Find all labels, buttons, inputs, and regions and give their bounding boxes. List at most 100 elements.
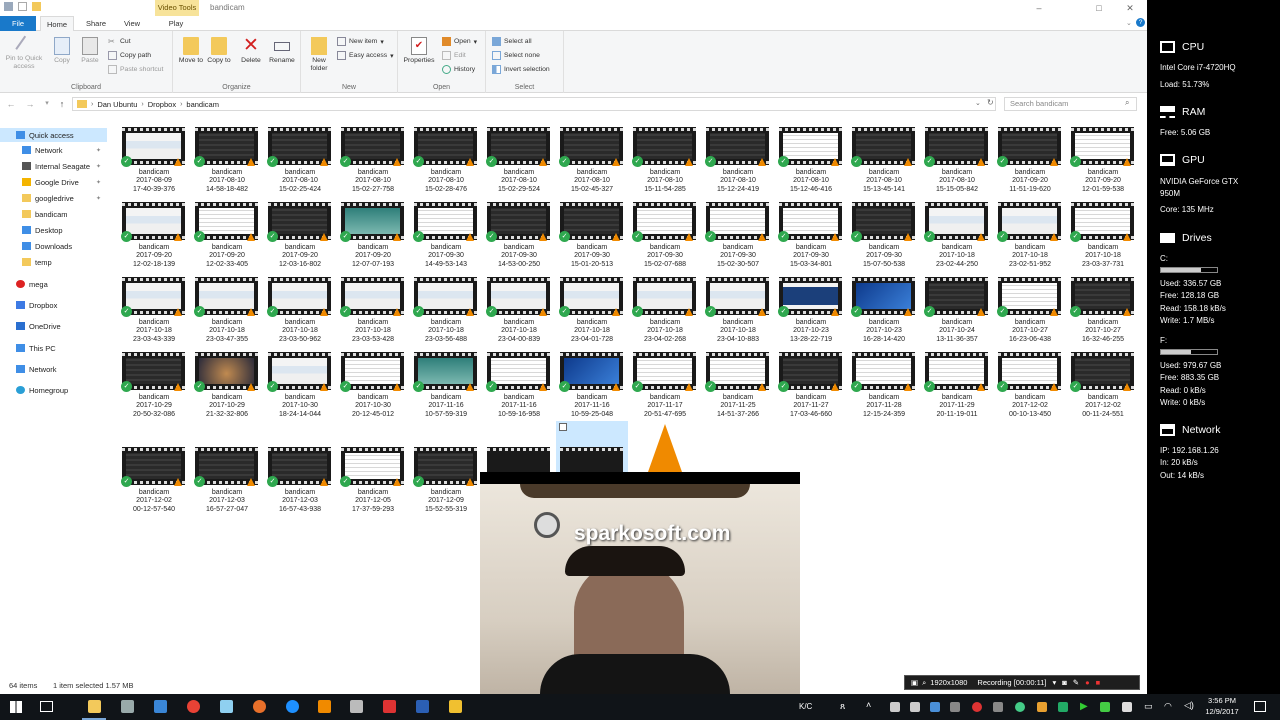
people-icon[interactable]: ጸ — [840, 701, 845, 712]
tab-file[interactable]: File — [0, 16, 36, 31]
file-item[interactable]: ✓ bandicam 2017-09-20 12-01-59-538 — [1067, 119, 1139, 194]
file-item[interactable]: ✓ bandicam 2017-10-18 23-04-10-883 — [702, 269, 774, 344]
tab-share[interactable]: Share — [82, 16, 110, 31]
select-all-button[interactable]: Select all — [492, 37, 532, 46]
sidebar-item-google-drive[interactable]: Google Drive ✦ — [0, 175, 107, 189]
new-item-button[interactable]: New item ▾ — [337, 37, 384, 46]
file-item[interactable]: ✓ bandicam 2017-08-10 15-12-46-416 — [775, 119, 847, 194]
file-item[interactable]: ✓ bandicam 2017-08-10 15-13-45-141 — [848, 119, 920, 194]
sidebar-item-mega[interactable]: mega — [0, 277, 107, 291]
tray-icon[interactable] — [910, 702, 920, 712]
sidebar-item-temp[interactable]: temp — [0, 255, 107, 269]
file-item[interactable]: ✓ bandicam 2017-09-30 15-02-30-507 — [702, 194, 774, 269]
paste-shortcut-button[interactable]: Paste shortcut — [108, 65, 163, 74]
file-item[interactable]: ✓ bandicam 2017-09-30 15-02-07-688 — [629, 194, 701, 269]
tray-icon[interactable] — [972, 702, 982, 712]
sidebar-item-internal-seagate[interactable]: Internal Seagate ✦ — [0, 159, 107, 173]
file-item[interactable]: ✓ bandicam 2017-08-10 15-02-45-327 — [556, 119, 628, 194]
file-item[interactable]: ✓ bandicam 2017-11-17 20-51-47-695 — [629, 344, 701, 419]
file-item[interactable]: ✓ bandicam 2017-12-02 00-12-57-540 — [118, 439, 190, 514]
ribbon-collapse-icon[interactable]: ⌄ — [1126, 19, 1132, 27]
device-manager-icon[interactable] — [121, 700, 134, 713]
file-item[interactable]: ✓ bandicam 2017-08-10 15-11-54-285 — [629, 119, 701, 194]
file-item[interactable]: ✓ bandicam 2017-10-18 23-03-37-731 — [1067, 194, 1139, 269]
edit-button[interactable]: Edit — [442, 51, 466, 60]
file-item[interactable]: ✓ bandicam 2017-09-20 12-02-33-405 — [191, 194, 263, 269]
clock[interactable]: 3:56 PM 12/9/2017 — [1197, 696, 1247, 717]
file-item[interactable]: ✓ bandicam 2017-08-10 15-02-27-758 — [337, 119, 409, 194]
file-explorer-taskbar-icon[interactable] — [88, 700, 101, 713]
back-arrow-icon[interactable]: ← — [6, 98, 16, 110]
file-item[interactable]: ✓ bandicam 2017-11-16 10-59-25-048 — [556, 344, 628, 419]
check-quick-icon[interactable] — [18, 2, 27, 11]
search-input[interactable]: Search bandicam — [1004, 97, 1137, 111]
file-item[interactable]: ✓ bandicam 2017-10-18 23-03-56-488 — [410, 269, 482, 344]
file-item[interactable]: ✓ bandicam 2017-10-18 23-04-00-839 — [483, 269, 555, 344]
file-item[interactable]: ✓ bandicam 2017-12-05 17-37-59-293 — [337, 439, 409, 514]
file-item[interactable]: ✓ bandicam 2017-10-18 23-02-44-250 — [921, 194, 993, 269]
task-view-icon[interactable] — [40, 701, 53, 712]
file-item[interactable]: ✓ bandicam 2017-12-02 00-10-13-450 — [994, 344, 1066, 419]
sidebar-item-desktop[interactable]: Desktop — [0, 223, 107, 237]
dropdown-icon[interactable]: ▾ — [1053, 678, 1057, 687]
file-item[interactable]: ✓ bandicam 2017-08-10 15-12-24-419 — [702, 119, 774, 194]
file-item[interactable]: ✓ bandicam 2017-10-27 16-23-06-438 — [994, 269, 1066, 344]
sidebar-item-network[interactable]: Network — [0, 362, 107, 376]
close-button[interactable]: ✕ — [1115, 0, 1145, 16]
file-item[interactable]: ✓ bandicam 2017-09-20 12-02-18-139 — [118, 194, 190, 269]
file-item[interactable]: ✓ bandicam 2017-10-30 20-12-45-012 — [337, 344, 409, 419]
sidebar-item-network[interactable]: Network ✦ — [0, 143, 107, 157]
app-icon[interactable] — [220, 700, 233, 713]
file-item[interactable]: ✓ bandicam 2017-12-09 15-52-55-319 — [410, 439, 482, 514]
settings-icon[interactable] — [350, 700, 363, 713]
file-item[interactable]: ✓ bandicam 2017-09-30 15-07-50-538 — [848, 194, 920, 269]
file-item[interactable]: ✓ bandicam 2017-12-03 16-57-27-047 — [191, 439, 263, 514]
minimize-button[interactable]: – — [1024, 0, 1054, 16]
address-bar[interactable]: › Dan Ubuntu › Dropbox › bandicam — [72, 97, 996, 111]
up-arrow-icon[interactable]: ↑ — [57, 98, 67, 110]
file-item[interactable]: ✓ bandicam 2017-10-18 23-03-43-339 — [118, 269, 190, 344]
file-item[interactable]: ✓ bandicam 2017-12-02 00-11-24-551 — [1067, 344, 1139, 419]
sidebar-item-homegroup[interactable]: Homegroup — [0, 383, 107, 397]
properties-quick-icon[interactable] — [4, 2, 13, 11]
sidebar-item-dropbox[interactable]: Dropbox — [0, 298, 107, 312]
tab-play[interactable]: Play — [162, 16, 190, 31]
file-item[interactable]: ✓ bandicam 2017-09-30 14-53-00-250 — [483, 194, 555, 269]
file-item[interactable]: ✓ bandicam 2017-09-20 12-07-07-193 — [337, 194, 409, 269]
address-dropdown-icon[interactable]: ⌄ — [975, 99, 981, 107]
tray-icon[interactable] — [1122, 702, 1132, 712]
magnifier-icon[interactable]: ⌕ — [922, 678, 926, 688]
file-item[interactable]: ✓ bandicam 2017-09-20 11-51-19-620 — [994, 119, 1066, 194]
file-item[interactable]: ✓ bandicam 2017-08-09 17-40-39-376 — [118, 119, 190, 194]
forward-arrow-icon[interactable]: → — [25, 98, 35, 110]
history-button[interactable]: History — [442, 65, 475, 74]
cut-button[interactable]: ✂ Cut — [108, 37, 131, 46]
window-mode-icon[interactable]: ▣ — [911, 678, 918, 687]
maximize-button[interactable]: □ — [1084, 0, 1114, 16]
sidebar-item-googledrive[interactable]: googledrive ✦ — [0, 191, 107, 205]
show-hidden-icons-chevron-icon[interactable]: ˄ — [866, 700, 871, 710]
file-item[interactable]: ✓ bandicam 2017-10-23 16-28-14-420 — [848, 269, 920, 344]
tray-icon[interactable] — [993, 702, 1003, 712]
file-item[interactable]: ✓ bandicam 2017-08-10 15-15-05-842 — [921, 119, 993, 194]
bandicam-icon[interactable] — [383, 700, 396, 713]
delete-button[interactable]: ✕ Delete — [237, 36, 265, 65]
input-indicator[interactable]: K/C — [799, 702, 812, 711]
file-item[interactable]: ✓ bandicam 2017-10-18 23-04-02-268 — [629, 269, 701, 344]
file-item[interactable]: ✓ bandicam 2017-10-18 23-03-47-355 — [191, 269, 263, 344]
copy-path-button[interactable]: Copy path — [108, 51, 151, 60]
copy-button[interactable]: Copy — [50, 37, 74, 65]
new-folder-button[interactable]: New folder — [305, 37, 333, 72]
file-item[interactable]: ✓ bandicam 2017-10-23 13-28-22-719 — [775, 269, 847, 344]
help-icon[interactable]: ? — [1136, 18, 1145, 27]
record-icon[interactable]: ● — [1085, 678, 1090, 687]
sidebar-item-quick-access[interactable]: Quick access — [0, 128, 107, 142]
tray-icon[interactable] — [1037, 702, 1047, 712]
tray-icon[interactable] — [950, 702, 960, 712]
file-item[interactable]: ✓ bandicam 2017-11-16 10-57-59-319 — [410, 344, 482, 419]
file-item[interactable]: ✓ bandicam 2017-11-28 12-15-24-359 — [848, 344, 920, 419]
notifications-icon[interactable] — [1254, 701, 1266, 712]
recent-chevron-icon[interactable]: ▾ — [42, 98, 52, 110]
sidebar-item-bandicam[interactable]: bandicam — [0, 207, 107, 221]
file-item[interactable]: ✓ bandicam 2017-10-29 21-32-32-806 — [191, 344, 263, 419]
